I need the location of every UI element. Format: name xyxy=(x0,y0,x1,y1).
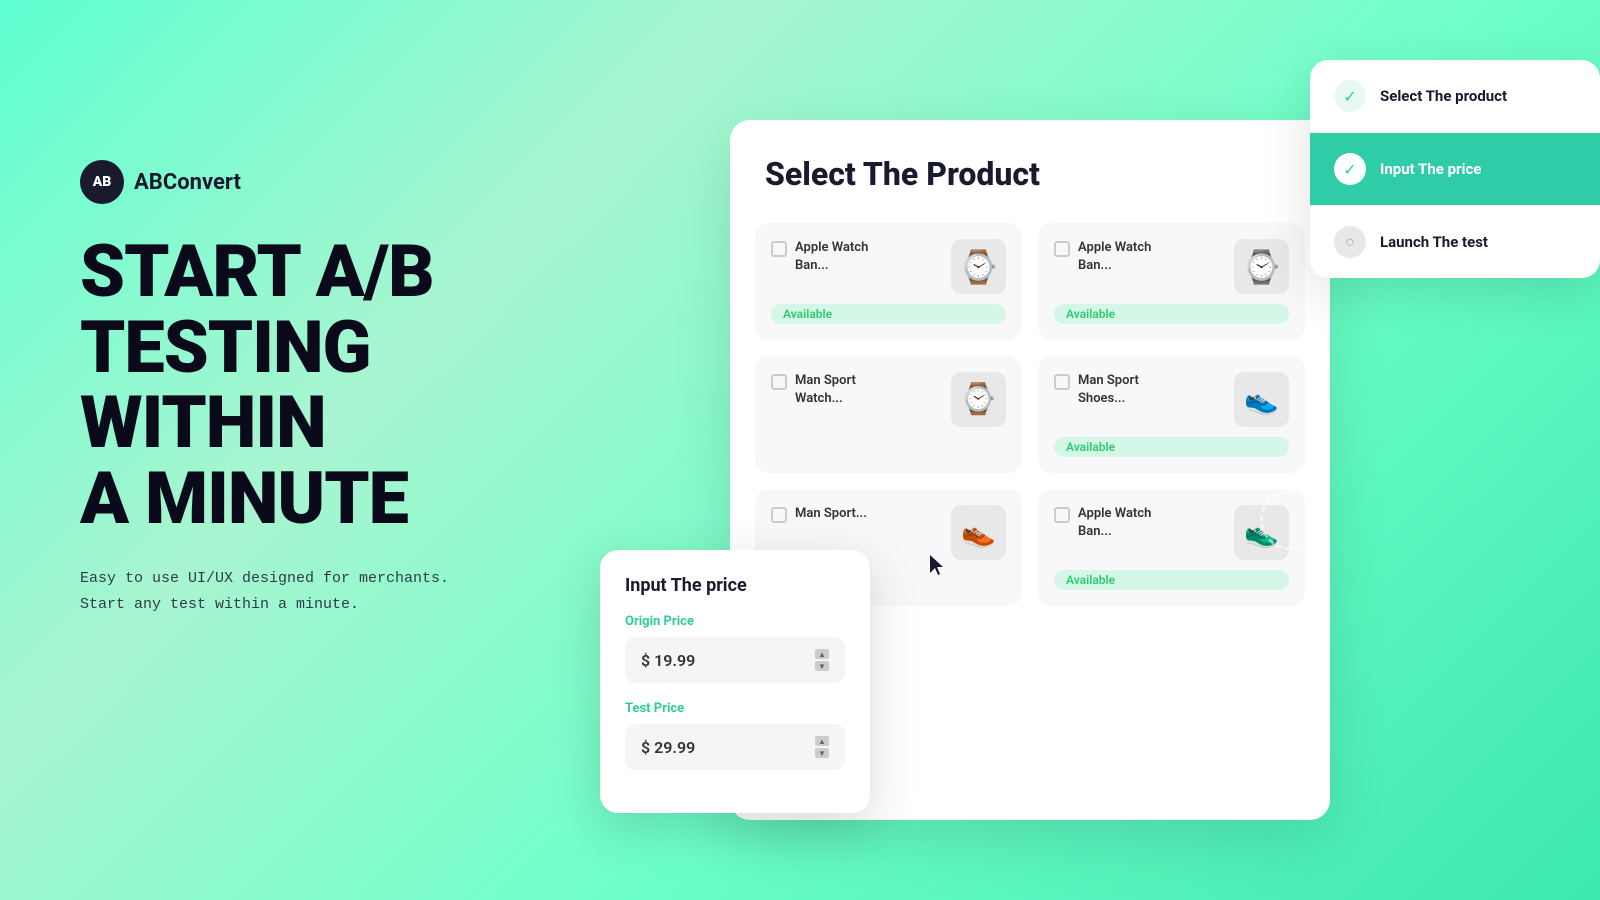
step-input-price[interactable]: ✓ Input The price xyxy=(1310,133,1600,206)
product-name: Man SportWatch... xyxy=(795,372,856,408)
product-item-left: Apple WatchBan... xyxy=(1054,239,1151,275)
step-done-icon: ✓ xyxy=(1334,80,1366,112)
left-panel: AB ABConvert START A/B TESTING WITHIN A … xyxy=(80,160,540,617)
origin-price-label: Origin Price xyxy=(625,614,845,629)
available-badge: Available xyxy=(771,304,1006,324)
product-name: Man SportShoes... xyxy=(1078,372,1139,408)
product-item-left: Apple WatchBan... xyxy=(771,239,868,275)
headline-line2: TESTING xyxy=(80,310,540,386)
test-price-label: Test Price xyxy=(625,701,845,716)
product-checkbox[interactable] xyxy=(1054,241,1070,257)
product-item[interactable]: Man SportWatch... ⌚ xyxy=(755,356,1022,473)
headline-line3: WITHIN xyxy=(80,385,540,461)
product-checkbox[interactable] xyxy=(771,241,787,257)
product-checkbox[interactable] xyxy=(1054,507,1070,523)
subtext-line2: Start any test within a minute. xyxy=(80,592,540,618)
origin-price-value: $ 19.99 xyxy=(641,651,695,670)
headline: START A/B TESTING WITHIN A MINUTE xyxy=(80,234,540,536)
product-item-top: Apple WatchBan... ⌚ xyxy=(1054,239,1289,294)
product-image: 👟 xyxy=(1234,372,1289,427)
origin-price-stepper[interactable]: ▲ ▼ xyxy=(815,649,829,671)
product-item-left: Man SportShoes... xyxy=(1054,372,1139,408)
logo-icon-text: AB xyxy=(93,174,112,190)
product-image: ⌚ xyxy=(1234,239,1289,294)
cursor-indicator xyxy=(930,555,950,575)
product-item[interactable]: Apple WatchBan... ⌚ Available xyxy=(1038,223,1305,340)
test-price-input[interactable]: $ 29.99 ▲ ▼ xyxy=(625,724,845,770)
product-item-top: Man SportWatch... ⌚ xyxy=(771,372,1006,427)
deco-circle xyxy=(1260,490,1320,550)
headline-line4: A MINUTE xyxy=(80,461,540,537)
subtext-line1: Easy to use UI/UX designed for merchants… xyxy=(80,566,540,592)
subtext: Easy to use UI/UX designed for merchants… xyxy=(80,566,540,617)
product-item-top: Apple WatchBan... ⌚ xyxy=(771,239,1006,294)
test-price-stepper[interactable]: ▲ ▼ xyxy=(815,736,829,758)
stepper-down[interactable]: ▼ xyxy=(815,661,829,671)
product-item-top: Man SportShoes... 👟 xyxy=(1054,372,1289,427)
product-name: Apple WatchBan... xyxy=(795,239,868,275)
product-item[interactable]: Man SportShoes... 👟 Available xyxy=(1038,356,1305,473)
steps-panel: ✓ Select The product ✓ Input The price ○… xyxy=(1310,60,1600,278)
product-item[interactable]: Apple WatchBan... ⌚ Available xyxy=(755,223,1022,340)
available-badge: Available xyxy=(1054,304,1289,324)
stepper-down-test[interactable]: ▼ xyxy=(815,748,829,758)
product-name: Apple WatchBan... xyxy=(1078,239,1151,275)
logo-icon: AB xyxy=(80,160,124,204)
stepper-up-test[interactable]: ▲ xyxy=(815,736,829,746)
product-card-title: Select The Product xyxy=(730,120,1330,213)
product-checkbox[interactable] xyxy=(1054,374,1070,390)
product-item-left: Man Sport... xyxy=(771,505,867,523)
product-image: ⌚ xyxy=(951,372,1006,427)
logo-name: ABConvert xyxy=(134,170,241,195)
product-item-top: Apple WatchBan... 👟 xyxy=(1054,505,1289,560)
product-card-title-text: Select The Product xyxy=(765,155,1040,193)
step-active-icon: ✓ xyxy=(1334,153,1366,185)
product-name: Apple WatchBan... xyxy=(1078,505,1151,541)
product-item-left: Man SportWatch... xyxy=(771,372,856,408)
product-image: ⌚ xyxy=(951,239,1006,294)
step-launch-test[interactable]: ○ Launch The test xyxy=(1310,206,1600,278)
step-select-product[interactable]: ✓ Select The product xyxy=(1310,60,1600,133)
stepper-up[interactable]: ▲ xyxy=(815,649,829,659)
product-checkbox[interactable] xyxy=(771,374,787,390)
available-badge: Available xyxy=(1054,437,1289,457)
logo-row: AB ABConvert xyxy=(80,160,540,204)
product-checkbox[interactable] xyxy=(771,507,787,523)
step-label-2: Input The price xyxy=(1380,160,1481,178)
product-name: Man Sport... xyxy=(795,505,867,523)
test-price-value: $ 29.99 xyxy=(641,738,695,757)
headline-line1: START A/B xyxy=(80,234,540,310)
step-pending-icon: ○ xyxy=(1334,226,1366,258)
price-card-title: Input The price xyxy=(625,575,845,596)
product-item-left: Apple WatchBan... xyxy=(1054,505,1151,541)
origin-price-input[interactable]: $ 19.99 ▲ ▼ xyxy=(625,637,845,683)
price-input-card: Input The price Origin Price $ 19.99 ▲ ▼… xyxy=(600,550,870,813)
product-image: 👟 xyxy=(951,505,1006,560)
ui-area: ✓ Select The product ✓ Input The price ○… xyxy=(600,60,1600,880)
step-label-1: Select The product xyxy=(1380,87,1507,105)
available-badge: Available xyxy=(1054,570,1289,590)
step-label-3: Launch The test xyxy=(1380,233,1488,251)
